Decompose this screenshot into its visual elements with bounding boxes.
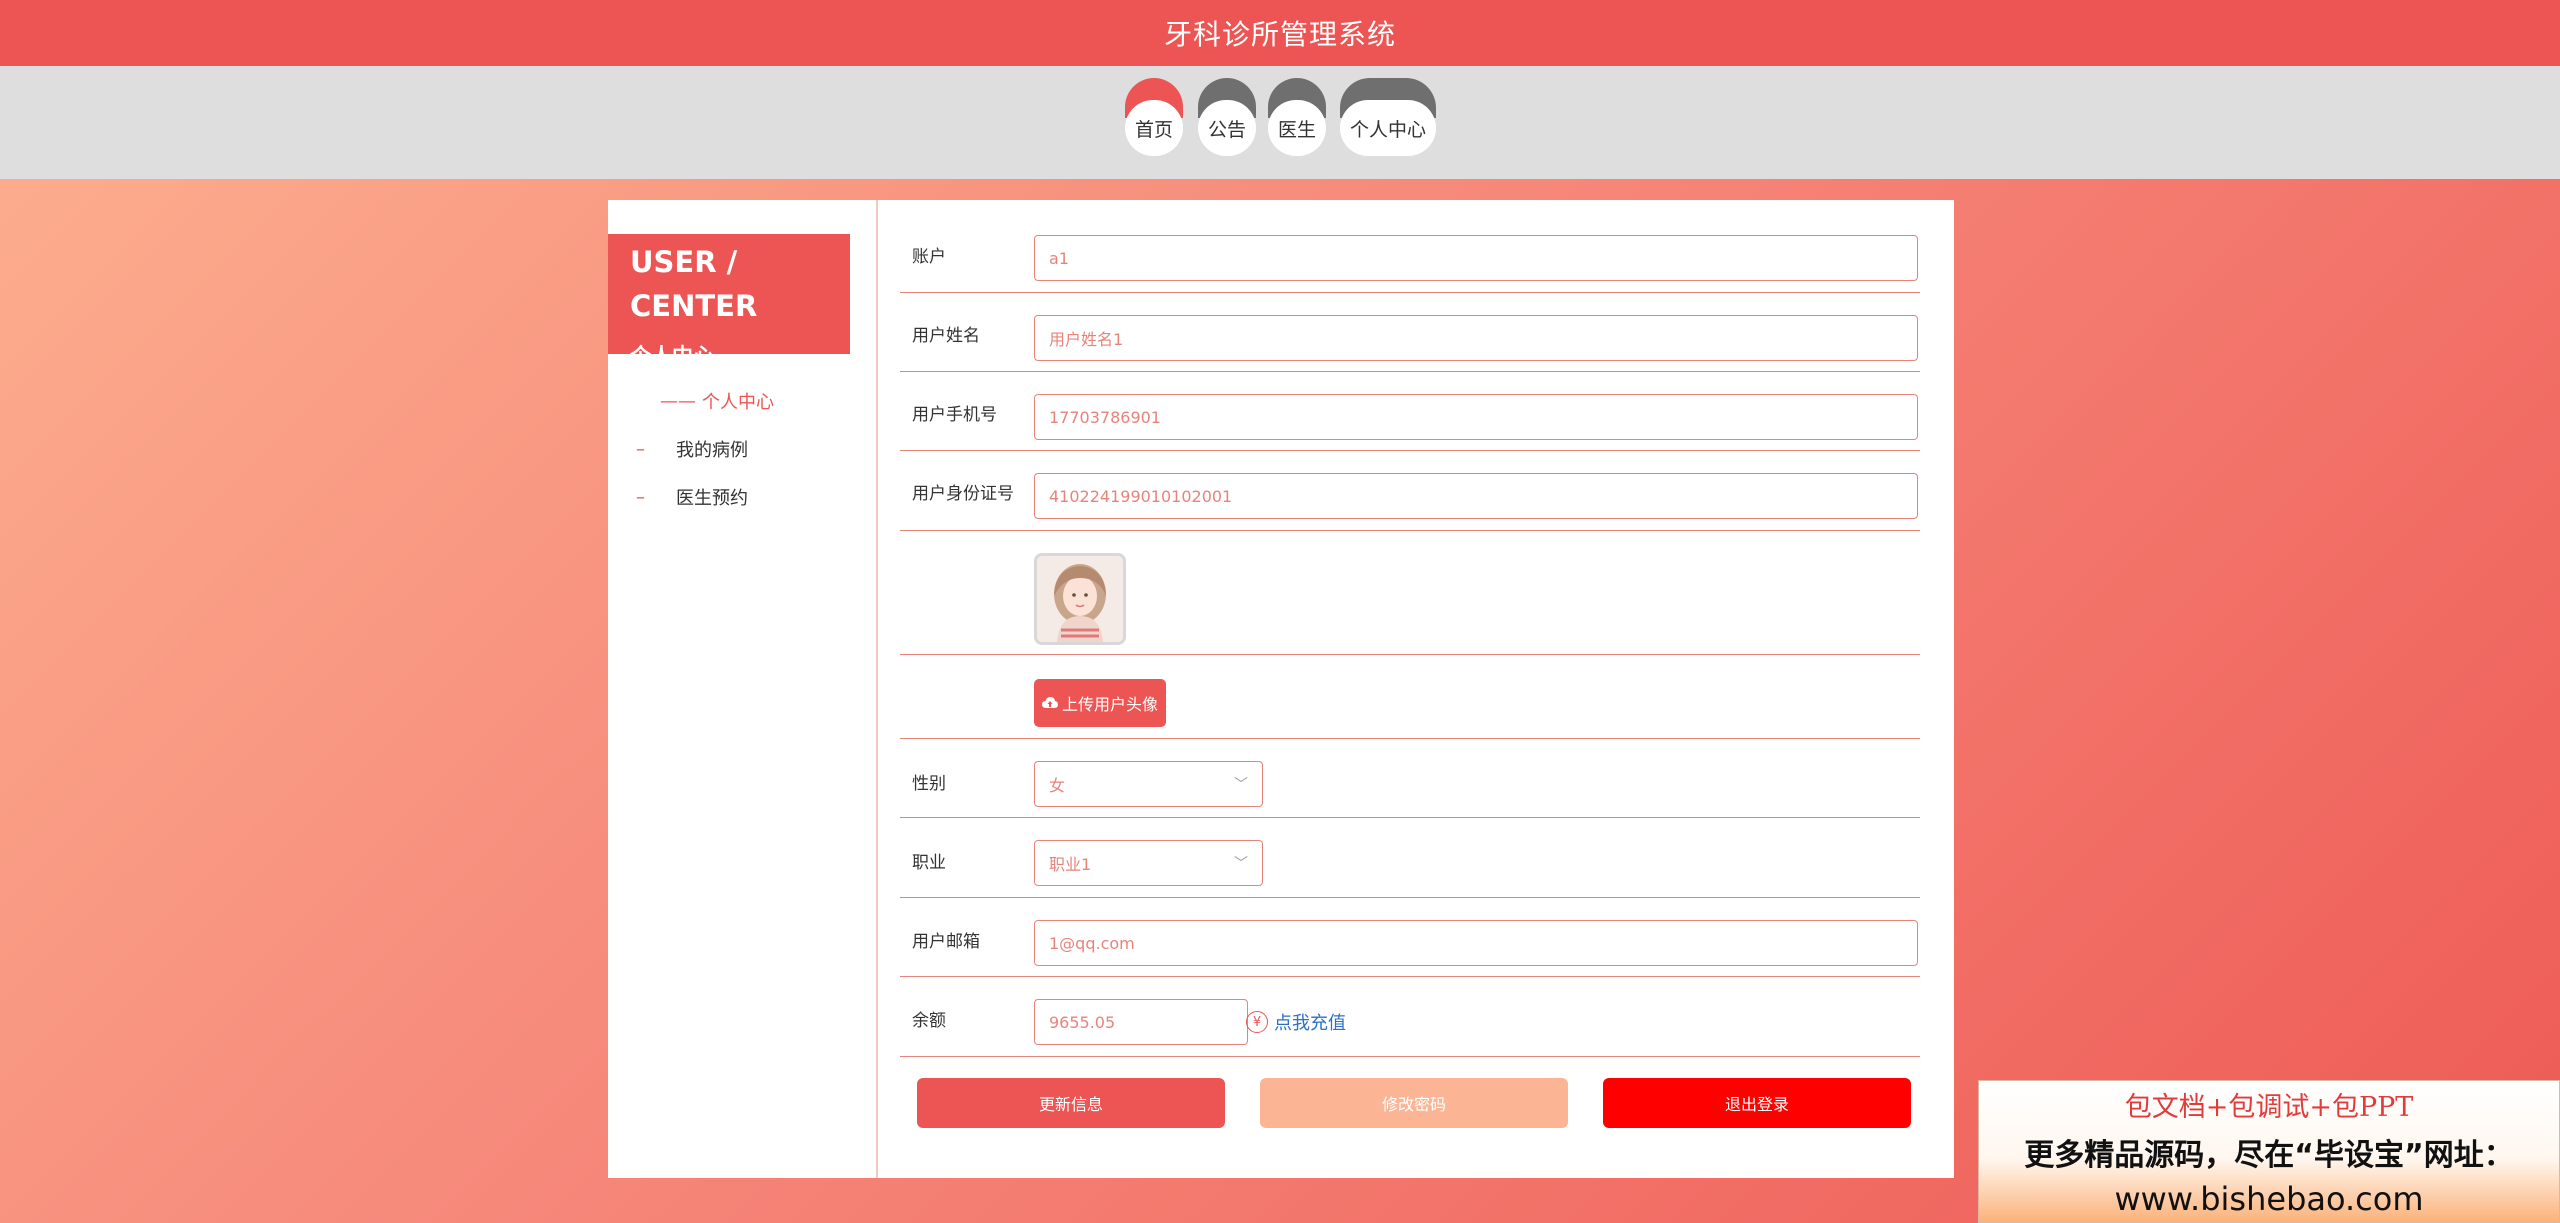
account-field[interactable]: a1 [1034, 235, 1918, 281]
recharge-link[interactable]: ¥ 点我充值 [1246, 1009, 1346, 1035]
update-info-button[interactable]: 更新信息 [917, 1078, 1225, 1128]
avatar-illustration [1037, 556, 1123, 642]
cloud-upload-icon [1041, 697, 1058, 708]
gender-select[interactable]: 女 ﹀ [1034, 761, 1263, 807]
phone-label: 用户手机号 [912, 405, 997, 425]
phone-field[interactable]: 17703786901 [1034, 394, 1918, 440]
sidebar-dash: – [636, 486, 645, 508]
job-select[interactable]: 职业1 ﹀ [1034, 840, 1263, 886]
job-select-value: 职业1 [1049, 855, 1092, 874]
form-row-gender: 性别 女 ﹀ [900, 739, 1920, 818]
form-row-email: 用户邮箱 1@qq.com [900, 898, 1920, 977]
nav-item-home[interactable]: 首页 [1125, 78, 1183, 158]
sidebar-item-label: 我的病例 [676, 440, 748, 461]
nav-item-label: 个人中心 [1340, 100, 1436, 156]
form-row-balance: 余额 9655.05 ¥ 点我充值 [900, 977, 1920, 1057]
job-label: 职业 [912, 853, 946, 873]
upload-avatar-button[interactable]: 上传用户头像 [1034, 679, 1166, 727]
promo-line-1: 包文档+包调试+包PPT [2124, 1092, 2414, 1123]
sidebar-item-doctor-appointment[interactable]: – 医生预约 [636, 482, 748, 512]
app-title: 牙科诊所管理系统 [1163, 18, 1396, 51]
sidebar-item-medical-records[interactable]: – 我的病例 [636, 434, 748, 464]
email-field[interactable]: 1@qq.com [1034, 920, 1918, 966]
sidebar-heading: USER / CENTER 个人中心 [608, 234, 850, 368]
nav-item-user-center[interactable]: 个人中心 [1340, 78, 1436, 158]
recharge-label: 点我充值 [1274, 1013, 1346, 1034]
sidebar-dash: – [636, 438, 645, 460]
sidebar-heading-en: USER / CENTER [630, 245, 758, 323]
logout-button[interactable]: 退出登录 [1603, 1078, 1911, 1128]
promo-banner: 包文档+包调试+包PPT 更多精品源码，尽在“毕设宝”网址： www.bishe… [1978, 1080, 2560, 1223]
form-row-job: 职业 职业1 ﹀ [900, 818, 1920, 898]
balance-field[interactable]: 9655.05 [1034, 999, 1248, 1045]
content-panel: USER / CENTER 个人中心 —— 个人中心 – 我的病例 – 医生预约… [608, 200, 1954, 1178]
nav-item-notice[interactable]: 公告 [1198, 78, 1256, 158]
name-field[interactable]: 用户姓名1 [1034, 315, 1918, 361]
gender-select-value: 女 [1049, 776, 1066, 795]
form-row-phone: 用户手机号 17703786901 [900, 372, 1920, 451]
form-row-name: 用户姓名 用户姓名1 [900, 293, 1920, 372]
gender-label: 性别 [912, 774, 946, 794]
form-row-avatar [900, 531, 1920, 655]
user-avatar [1034, 553, 1126, 645]
id-card-field[interactable]: 410224199010102001 [1034, 473, 1918, 519]
main-nav: 首页 公告 医生 个人中心 [0, 66, 2560, 179]
nav-item-label: 首页 [1125, 100, 1183, 156]
sidebar-item-label: 个人中心 [702, 392, 774, 413]
sidebar: USER / CENTER 个人中心 —— 个人中心 – 我的病例 – 医生预约 [608, 200, 878, 1178]
form-row-id-card: 用户身份证号 410224199010102001 [900, 451, 1920, 531]
nav-item-label: 公告 [1198, 100, 1256, 156]
id-card-label: 用户身份证号 [912, 484, 1014, 504]
chevron-down-icon: ﹀ [1234, 856, 1248, 872]
balance-label: 余额 [912, 1011, 946, 1031]
account-label: 账户 [912, 247, 946, 267]
promo-line-2: 更多精品源码，尽在“毕设宝”网址： [2024, 1138, 2514, 1173]
sidebar-item-user-center[interactable]: —— 个人中心 [660, 386, 774, 416]
name-label: 用户姓名 [912, 326, 980, 346]
form-row-account: 账户 a1 [900, 200, 1920, 293]
top-header-bar: 牙科诊所管理系统 [0, 0, 2560, 66]
upload-avatar-label: 上传用户头像 [1061, 695, 1158, 714]
sidebar-heading-cn: 个人中心 [630, 344, 714, 368]
change-password-button[interactable]: 修改密码 [1260, 1078, 1568, 1128]
sidebar-dash: —— [660, 390, 696, 412]
form-row-upload: 上传用户头像 [900, 655, 1920, 739]
email-label: 用户邮箱 [912, 932, 980, 952]
promo-line-3: www.bishebao.com [2114, 1180, 2424, 1218]
chevron-down-icon: ﹀ [1234, 777, 1248, 793]
yen-icon: ¥ [1246, 1011, 1268, 1033]
nav-item-doctor[interactable]: 医生 [1268, 78, 1326, 158]
nav-item-label: 医生 [1268, 100, 1326, 156]
sidebar-item-label: 医生预约 [676, 488, 748, 509]
